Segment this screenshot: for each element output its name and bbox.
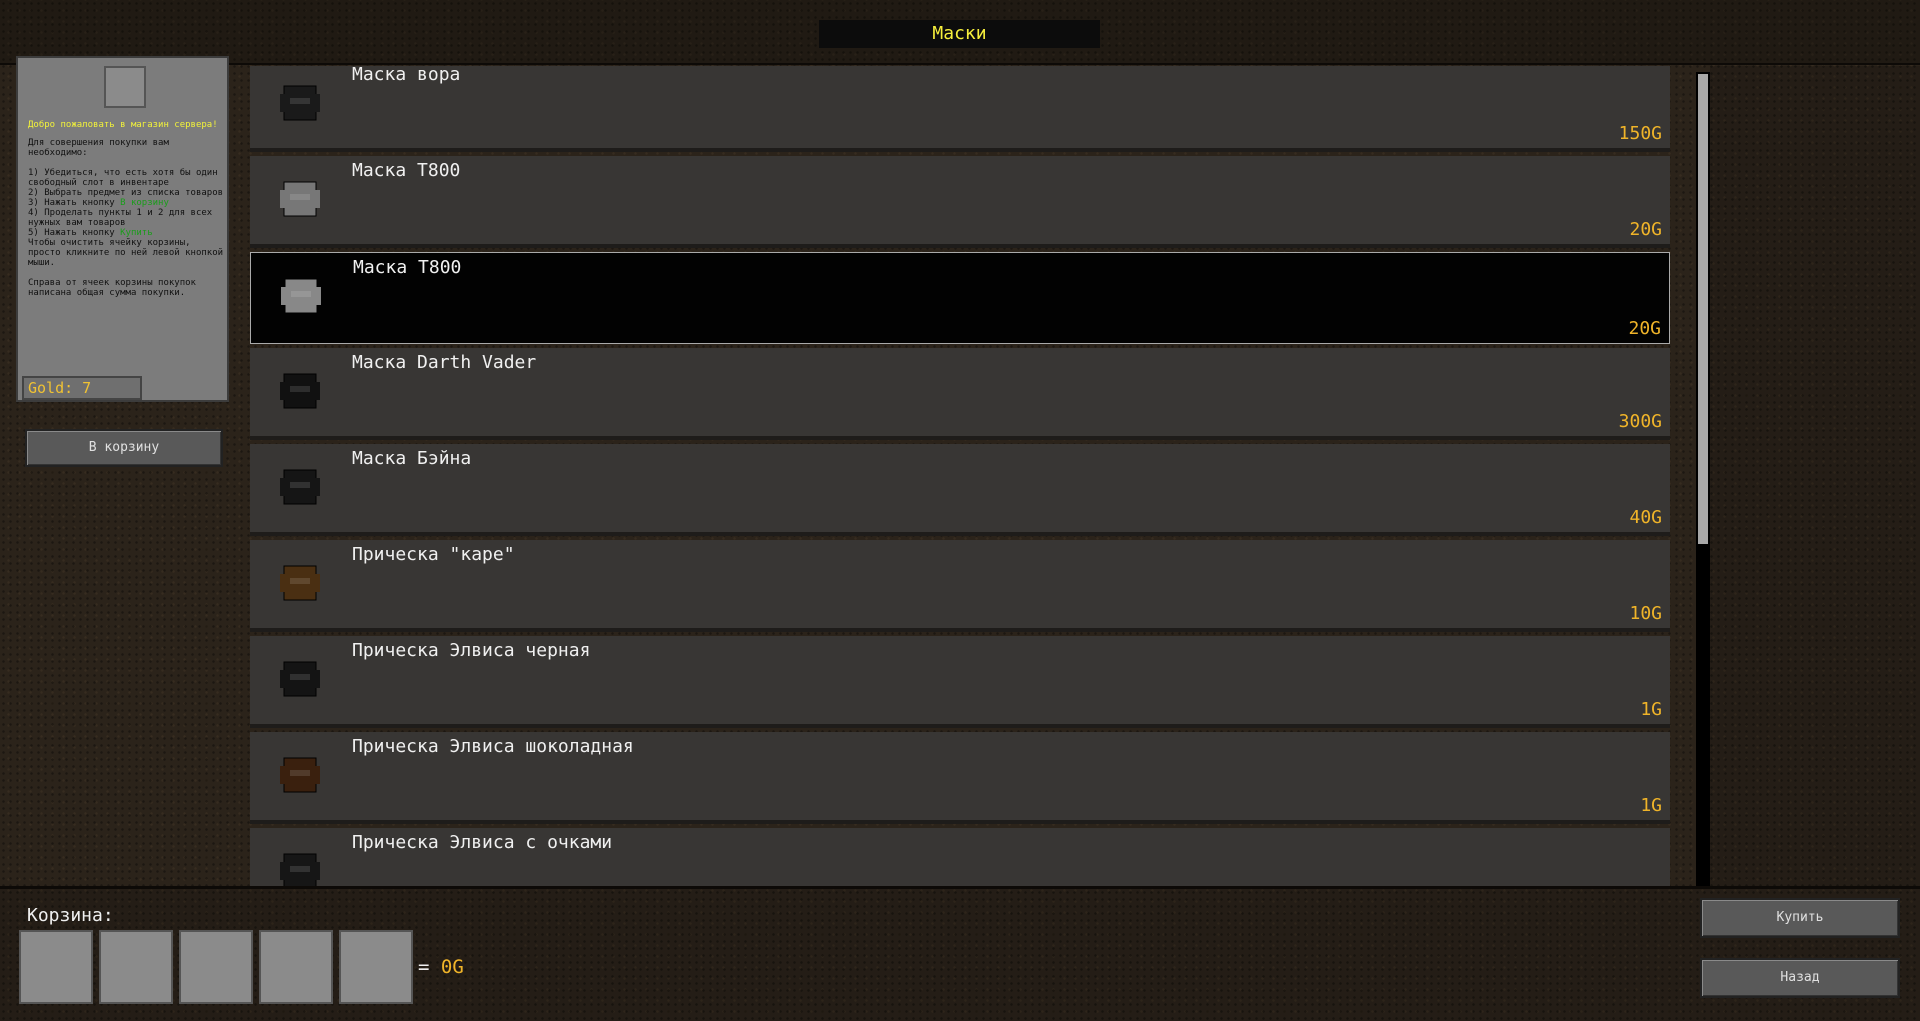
item-name: Прическа "каре" bbox=[352, 544, 515, 565]
elvis-hair-black-icon bbox=[270, 648, 330, 708]
thief-mask-icon bbox=[270, 72, 330, 132]
instructions-text: Для совершения покупки вам необходимо: 1)… bbox=[28, 138, 226, 298]
item-name: Прическа Элвиса черная bbox=[352, 640, 591, 661]
page-title: Маски bbox=[819, 20, 1100, 48]
cart-slot-2[interactable] bbox=[99, 930, 173, 1004]
shop-info-panel: Добро пожаловать в магазин сервера! Для … bbox=[16, 56, 229, 402]
cart-slot-3[interactable] bbox=[179, 930, 253, 1004]
t800-mask-icon bbox=[271, 265, 331, 325]
welcome-text: Добро пожаловать в магазин сервера! bbox=[28, 120, 218, 130]
cart-total: = 0G bbox=[418, 956, 464, 978]
item-price: 20G bbox=[1629, 219, 1662, 240]
item-price: 300G bbox=[1618, 411, 1662, 432]
right-panel bbox=[1710, 66, 1920, 886]
item-list: Маска вора 150G Маска T800 20G Маска T800 20G… bbox=[250, 66, 1670, 886]
clear-cart-hint: Чтобы очистить ячейку корзины, просто кл… bbox=[28, 238, 229, 268]
item-price: 1G bbox=[1640, 699, 1662, 720]
instruction-step-3-highlight: В корзину bbox=[120, 198, 169, 208]
cart-slot-4[interactable] bbox=[259, 930, 333, 1004]
item-price: 1G bbox=[1640, 795, 1662, 816]
instruction-step-5-highlight: Купить bbox=[120, 228, 153, 238]
instruction-step-5: 5) Нажать кнопку Купить bbox=[28, 228, 226, 238]
item-price: 20G bbox=[1628, 318, 1661, 339]
scrollbar-thumb[interactable] bbox=[1698, 74, 1708, 544]
item-name: Маска T800 bbox=[352, 160, 461, 181]
elvis-hair-glasses-icon bbox=[270, 840, 330, 886]
cart-slot-1[interactable] bbox=[19, 930, 93, 1004]
item-name: Маска Darth Vader bbox=[352, 352, 537, 373]
instruction-step-3-text: 3) Нажать кнопку bbox=[28, 198, 121, 208]
instruction-step-4: 4) Проделать пункты 1 и 2 для всех нужны… bbox=[28, 208, 218, 228]
item-price: 150G bbox=[1618, 123, 1662, 144]
equals-sign: = bbox=[418, 956, 430, 978]
darth-vader-mask-icon bbox=[270, 360, 330, 420]
bob-hair-icon bbox=[270, 552, 330, 612]
item-preview-slot bbox=[104, 66, 146, 108]
add-to-cart-button[interactable]: В корзину bbox=[25, 429, 223, 467]
shop-item-row[interactable]: Маска Darth Vader 300G bbox=[250, 348, 1670, 440]
t800-mask-icon bbox=[270, 168, 330, 228]
gold-balance: Gold: 7 bbox=[22, 376, 142, 400]
shop-item-row[interactable]: Прическа Элвиса с очками bbox=[250, 828, 1670, 886]
cart-total-value: 0G bbox=[440, 956, 464, 978]
shop-item-row[interactable]: Прическа Элвиса черная 1G bbox=[250, 636, 1670, 728]
shop-item-row[interactable]: Маска вора 150G bbox=[250, 66, 1670, 152]
item-price: 10G bbox=[1629, 603, 1662, 624]
item-name: Маска вора bbox=[352, 66, 461, 85]
instruction-step-1: 1) Убедиться, что есть хотя бы один своб… bbox=[28, 168, 224, 188]
item-name: Маска Бэйна bbox=[352, 448, 472, 469]
cart-slot-5[interactable] bbox=[339, 930, 413, 1004]
shop-item-row[interactable]: Маска Бэйна 40G bbox=[250, 444, 1670, 536]
shop-item-row[interactable]: Маска T800 20G bbox=[250, 156, 1670, 248]
shop-item-row[interactable]: Прическа "каре" 10G bbox=[250, 540, 1670, 632]
instruction-step-2: 2) Выбрать предмет из списка товаров bbox=[28, 188, 224, 198]
instruction-step-5-text: 5) Нажать кнопку bbox=[28, 228, 121, 238]
instructions-intro: Для совершения покупки вам необходимо: bbox=[28, 138, 175, 158]
buy-button[interactable]: Купить bbox=[1700, 898, 1900, 938]
instruction-step-3: 3) Нажать кнопку В корзину bbox=[28, 198, 226, 208]
item-name: Прическа Элвиса с очками bbox=[352, 832, 613, 853]
bane-mask-icon bbox=[270, 456, 330, 516]
item-price: 40G bbox=[1629, 507, 1662, 528]
total-hint: Справа от ячеек корзины покупок написана… bbox=[28, 278, 202, 298]
cart-label: Корзина: bbox=[27, 905, 114, 926]
back-button[interactable]: Назад bbox=[1700, 958, 1900, 998]
shop-item-row[interactable]: Маска T800 20G bbox=[250, 252, 1670, 344]
shop-item-row[interactable]: Прическа Элвиса шоколадная 1G bbox=[250, 732, 1670, 824]
item-name: Прическа Элвиса шоколадная bbox=[352, 736, 634, 757]
item-name: Маска T800 bbox=[353, 257, 462, 278]
elvis-hair-chocolate-icon bbox=[270, 744, 330, 804]
